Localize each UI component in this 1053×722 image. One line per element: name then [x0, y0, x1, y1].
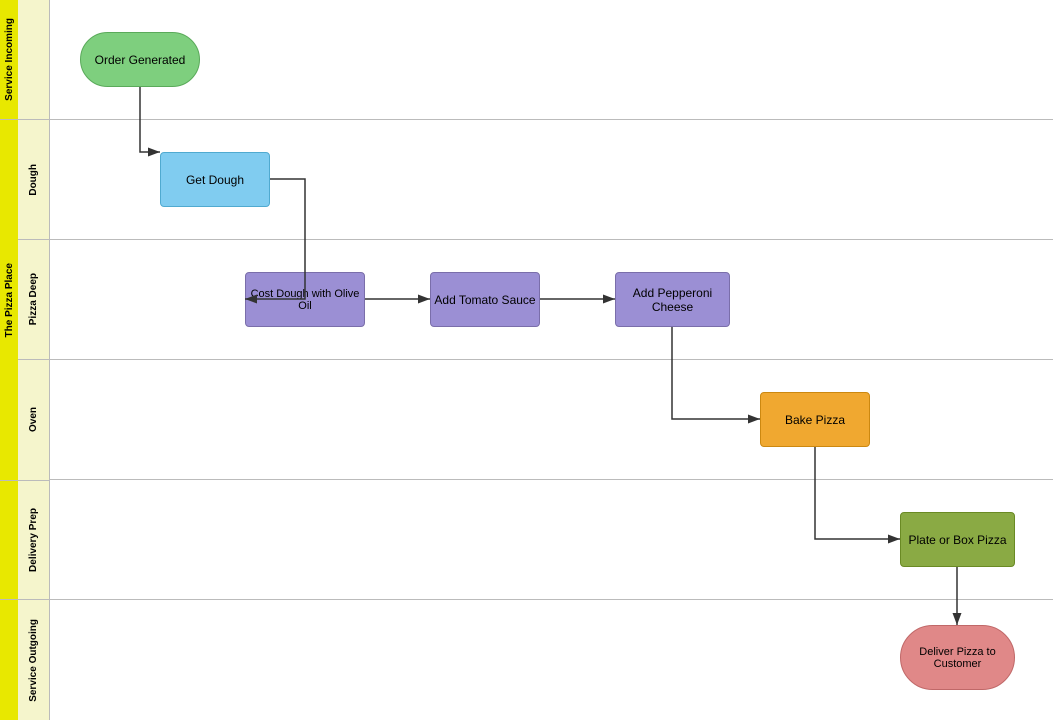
lane-delivery-prep: Plate or Box Pizza	[50, 480, 1053, 600]
node-order-generated[interactable]: Order Generated	[80, 32, 200, 87]
diagram-container: Service Incoming The Pizza Place Dough P…	[0, 0, 1053, 722]
lane-dough: Get Dough	[50, 120, 1053, 240]
lane-pizza-deep: Cost Dough with Olive Oil Add Tomato Sau…	[50, 240, 1053, 360]
lane-label-service-outgoing: Service Outgoing	[0, 600, 50, 720]
lane-oven: Bake Pizza	[50, 360, 1053, 480]
node-get-dough[interactable]: Get Dough	[160, 152, 270, 207]
lane-label-service-incoming: Service Incoming	[0, 0, 50, 120]
lane-label-delivery-prep: Delivery Prep	[0, 480, 50, 600]
node-bake-pizza[interactable]: Bake Pizza	[760, 392, 870, 447]
diagram-lanes: Order Generated Get Dough Cost Dough wit…	[50, 0, 1053, 722]
lane-label-dough: Dough	[18, 120, 49, 240]
label-service-incoming: Service Incoming	[4, 18, 15, 101]
lane-service-outgoing: Deliver Pizza to Customer	[50, 600, 1053, 720]
label-the-pizza-place: The Pizza Place	[4, 263, 15, 337]
node-deliver-pizza[interactable]: Deliver Pizza to Customer	[900, 625, 1015, 690]
lane-service-incoming: Order Generated	[50, 0, 1053, 120]
node-plate-box-pizza[interactable]: Plate or Box Pizza	[900, 512, 1015, 567]
node-add-tomato-sauce[interactable]: Add Tomato Sauce	[430, 272, 540, 327]
lane-label-pizza-deep: Pizza Deep	[18, 240, 49, 360]
lane-label-oven: Oven	[18, 360, 49, 480]
node-add-pepperoni[interactable]: Add Pepperoni Cheese	[615, 272, 730, 327]
node-cost-dough[interactable]: Cost Dough with Olive Oil	[245, 272, 365, 327]
